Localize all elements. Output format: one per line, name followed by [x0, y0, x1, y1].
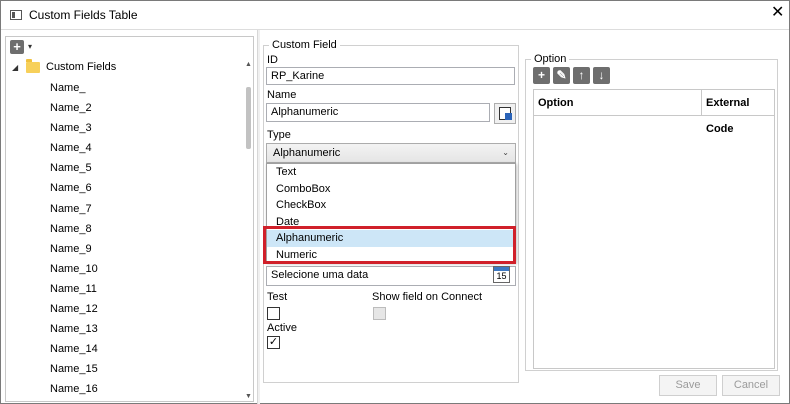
tree-item[interactable]: Name_15 [50, 362, 98, 382]
tree-item[interactable]: Name_5 [50, 161, 98, 181]
tree-items: Name_ Name_2 Name_3 Name_4 Name_5 Name_6 Name_… [50, 81, 98, 403]
tree-item[interactable]: Name_10 [50, 262, 98, 282]
highlight-annotation [263, 226, 516, 264]
show-field-checkbox[interactable] [373, 307, 386, 320]
chevron-down-icon: ⌄ [502, 148, 509, 157]
panel-splitter[interactable] [257, 30, 260, 404]
tree-item[interactable]: Name_6 [50, 181, 98, 201]
option-legend: Option [531, 53, 570, 65]
custom-fields-window: Custom Fields Table ✕ + ▾ ◢ Custom Field… [0, 0, 790, 404]
folder-icon [26, 58, 40, 73]
column-header-external-code[interactable]: External Code [701, 90, 774, 135]
chevron-down-icon[interactable]: ▾ [28, 42, 32, 51]
translate-icon [499, 107, 512, 120]
edit-option-icon[interactable]: ✎ [553, 67, 570, 84]
active-label: Active [267, 322, 297, 334]
tree-item[interactable]: Name_4 [50, 141, 98, 161]
add-option-icon[interactable]: + [533, 67, 550, 84]
option-grid[interactable]: Option External Code [533, 89, 775, 369]
option-toolbar: + ✎ ↑ ↓ [533, 67, 610, 84]
tree-item[interactable]: Name_2 [50, 101, 98, 121]
tree-root-label: Custom Fields [46, 61, 117, 73]
expand-arrow-icon[interactable]: ◢ [12, 63, 26, 72]
tree-item[interactable]: Name_13 [50, 322, 98, 342]
tree-item[interactable]: Name_9 [50, 242, 98, 262]
tree-item[interactable]: Name_7 [50, 202, 98, 222]
type-option[interactable]: CheckBox [267, 197, 515, 214]
type-select[interactable]: Alphanumeric ⌄ [266, 143, 516, 163]
save-button[interactable]: Save [659, 375, 717, 396]
tree-item[interactable]: Name_12 [50, 302, 98, 322]
calendar-icon[interactable]: 15 [493, 266, 510, 283]
title-bar: Custom Fields Table ✕ [1, 1, 789, 29]
type-label: Type [267, 129, 291, 141]
tree-item[interactable]: Name_ [50, 81, 98, 101]
type-option[interactable]: ComboBox [267, 181, 515, 198]
window-title: Custom Fields Table [29, 8, 138, 22]
tree-item[interactable]: Name_14 [50, 342, 98, 362]
test-checkbox[interactable] [267, 307, 280, 320]
app-window-icon [10, 10, 22, 20]
tree-root-custom-fields[interactable]: ◢ Custom Fields [12, 58, 117, 75]
move-up-icon[interactable]: ↑ [573, 67, 590, 84]
tree-item[interactable]: Name_16 [50, 382, 98, 402]
scroll-up-icon[interactable]: ▲ [245, 61, 252, 68]
name-label: Name [267, 89, 297, 101]
date-field[interactable]: Selecione uma data [266, 266, 516, 286]
add-field-icon[interactable]: + [10, 40, 24, 54]
move-down-icon[interactable]: ↓ [593, 67, 610, 84]
tree-panel: + ▾ ◢ Custom Fields Name_ Name_2 Name_3 Nam… [5, 36, 254, 402]
type-select-value: Alphanumeric [273, 147, 341, 159]
id-label: ID [267, 54, 278, 66]
tree-item[interactable]: Name_3 [50, 121, 98, 141]
tree-item[interactable]: Name_11 [50, 282, 98, 302]
type-option[interactable]: Text [267, 164, 515, 181]
close-icon[interactable]: ✕ [771, 4, 784, 22]
active-checkbox[interactable]: ✓ [267, 336, 280, 349]
translate-button[interactable] [494, 103, 516, 124]
scroll-down-icon[interactable]: ▼ [245, 393, 252, 400]
id-field[interactable]: RP_Karine [266, 67, 515, 85]
tree-item[interactable]: Name_8 [50, 222, 98, 242]
name-field[interactable]: Alphanumeric [266, 103, 490, 122]
column-header-option[interactable]: Option [534, 90, 701, 116]
option-grid-header: Option External Code [534, 90, 774, 135]
custom-field-legend: Custom Field [269, 39, 340, 51]
show-field-label: Show field on Connect [372, 291, 483, 303]
cancel-button[interactable]: Cancel [722, 375, 780, 396]
tree-scrollbar-thumb[interactable] [246, 87, 251, 149]
test-label: Test [267, 291, 288, 303]
